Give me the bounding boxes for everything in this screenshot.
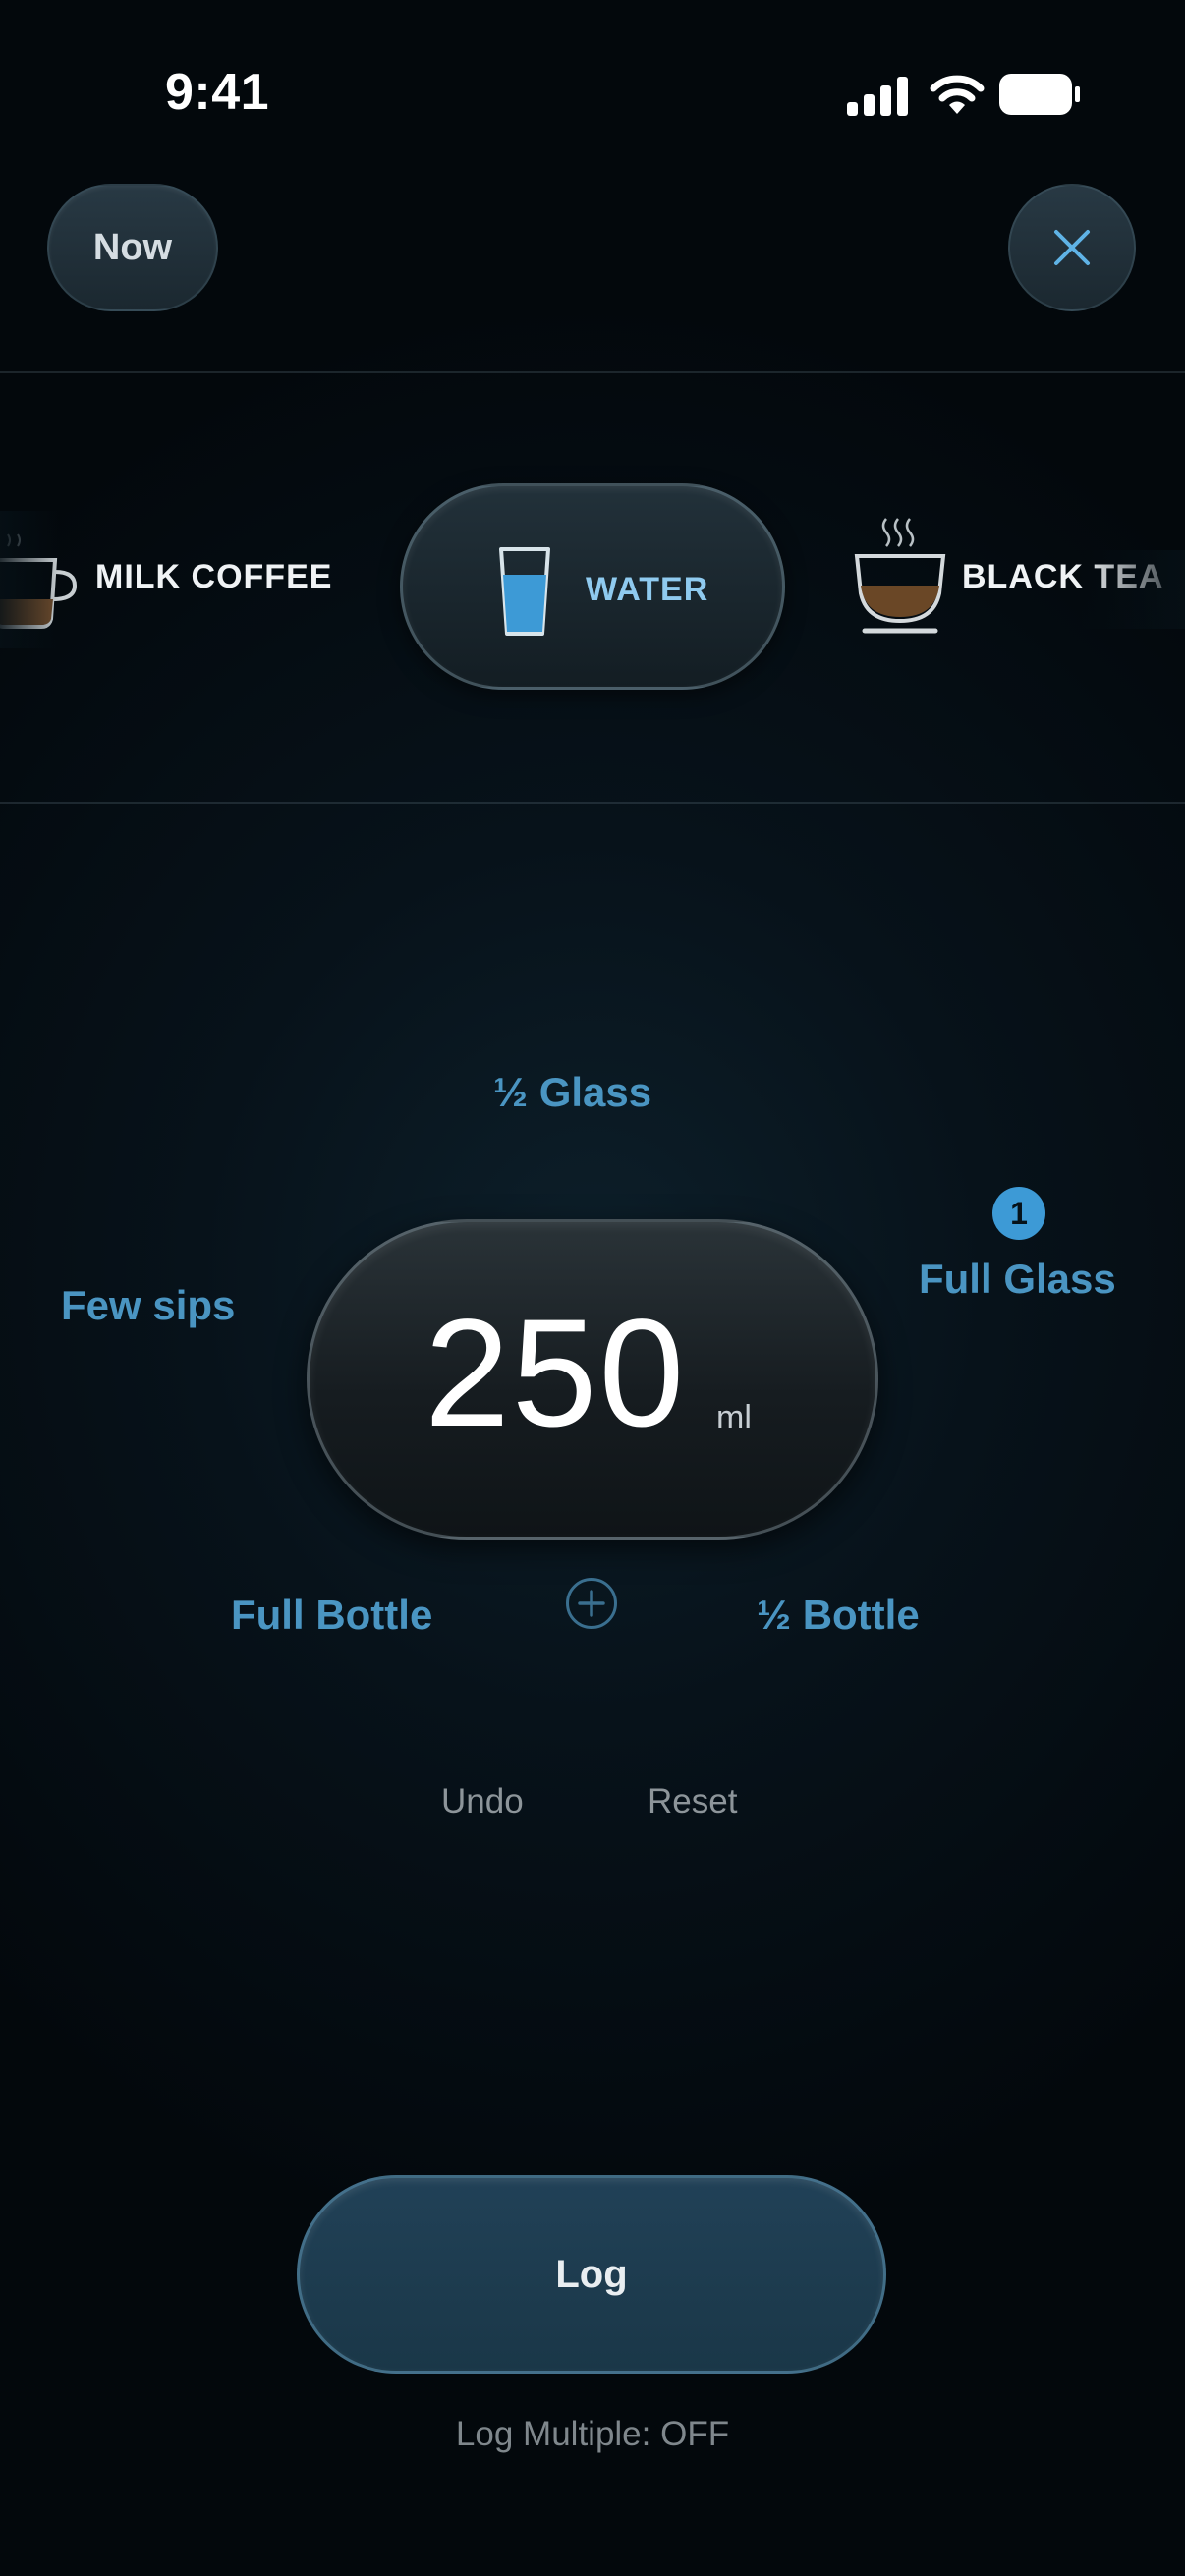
divider-bottom xyxy=(0,802,1185,804)
preset-half-bottle[interactable]: ½ Bottle xyxy=(757,1592,920,1639)
drink-label-milk-coffee: MILK COFFEE xyxy=(95,558,333,595)
battery-icon xyxy=(999,74,1080,115)
preset-few-sips[interactable]: Few sips xyxy=(61,1282,235,1329)
selector-fade-right xyxy=(1081,550,1185,629)
black-tea-cup-icon xyxy=(854,518,946,634)
water-glass-icon xyxy=(499,547,550,636)
preset-full-glass[interactable]: Full Glass xyxy=(919,1256,1116,1303)
divider-top xyxy=(0,371,1185,373)
cellular-signal-icon xyxy=(847,77,908,116)
amount-value: 250 xyxy=(424,1288,687,1459)
close-icon xyxy=(1054,230,1090,265)
amount-unit: ml xyxy=(716,1399,752,1436)
status-time: 9:41 xyxy=(165,64,270,121)
undo-button[interactable]: Undo xyxy=(441,1782,524,1821)
selector-fade-left xyxy=(0,511,59,648)
reset-button[interactable]: Reset xyxy=(648,1782,737,1821)
preset-half-glass[interactable]: ½ Glass xyxy=(493,1069,651,1116)
log-multiple-toggle[interactable]: Log Multiple: OFF xyxy=(0,2415,1185,2454)
drink-label-water: WATER xyxy=(586,571,709,608)
full-glass-count-badge: 1 xyxy=(992,1187,1045,1240)
preset-full-bottle[interactable]: Full Bottle xyxy=(231,1592,432,1639)
close-button[interactable] xyxy=(1008,184,1136,311)
wifi-icon xyxy=(930,75,985,114)
plus-icon xyxy=(578,1590,605,1617)
plus-circle-icon[interactable] xyxy=(566,1578,617,1629)
drink-item-water[interactable]: WATER xyxy=(400,483,785,690)
log-button[interactable]: Log xyxy=(297,2175,886,2374)
now-button[interactable]: Now xyxy=(47,184,218,311)
